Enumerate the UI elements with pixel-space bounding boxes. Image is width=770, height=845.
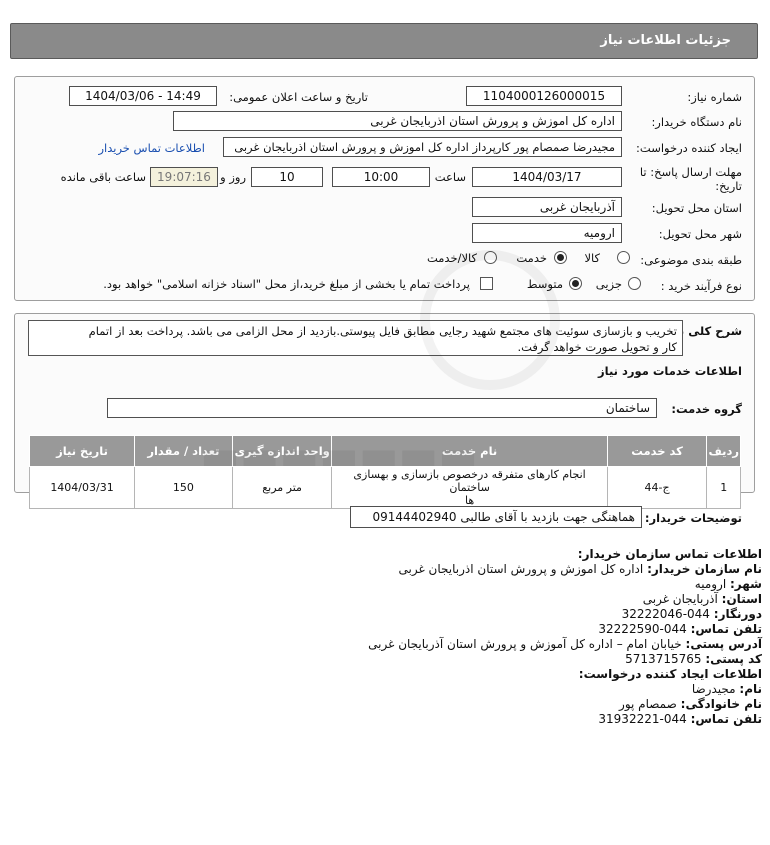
treasury-payment-text: پرداخت تمام یا بخشی از مبلغ خرید،از محل … xyxy=(103,277,470,291)
creator-last-name: نام خانوادگی: صمصام پور xyxy=(619,697,762,711)
cell-qty: 150 xyxy=(134,466,233,509)
creator-first-name: نام: مجیدرضا xyxy=(691,682,762,696)
buyer-notes-field: هماهنگی جهت بازدید با آقای طالبی 0914440… xyxy=(350,506,642,528)
province-field[interactable]: آذربایجان غربی xyxy=(472,197,622,217)
header-bar: جزئیات اطلاعات نیاز xyxy=(10,23,758,59)
contact-postal: کد پستی: 5713715765 xyxy=(625,652,762,666)
category-radio-goods[interactable] xyxy=(617,251,630,264)
services-table: ردیف کد خدمت نام خدمت واحد اندازه گیری ت… xyxy=(28,435,741,509)
city-field[interactable]: ارومیه xyxy=(472,223,622,243)
deadline-label-date: تاریخ: xyxy=(715,179,742,193)
contact-title: اطلاعات تماس سازمان خریدار: xyxy=(577,547,762,561)
process-option-minor: جزیی xyxy=(595,277,622,291)
contact-fax: دورنگار: 044-32222046 xyxy=(621,607,762,621)
category-label: طبقه بندی موضوعی: xyxy=(640,253,742,267)
buyer-org-label: نام دستگاه خریدار: xyxy=(651,115,742,129)
need-number-label: شماره نیاز: xyxy=(687,90,742,104)
cell-row: 1 xyxy=(706,466,741,509)
category-option-goods: کالا xyxy=(584,251,600,265)
col-unit: واحد اندازه گیری xyxy=(231,435,333,467)
process-option-medium: متوسط xyxy=(526,277,563,291)
city-label: شهر محل تحویل: xyxy=(658,227,742,241)
days-label: روز و xyxy=(220,170,246,184)
process-radio-minor[interactable] xyxy=(628,277,641,290)
province-label: استان محل تحویل: xyxy=(651,201,742,215)
category-option-both: کالا/خدمت xyxy=(426,251,477,265)
creator-phone: تلفن تماس: 044-31932221 xyxy=(598,712,762,726)
time-remaining-field: 19:07:16 xyxy=(150,167,218,187)
days-remaining-field[interactable]: 10 xyxy=(251,167,323,187)
deadline-date-field[interactable]: 1404/03/17 xyxy=(472,167,622,187)
requester-label: ایجاد کننده درخواست: xyxy=(636,141,742,155)
cell-code: ج-44 xyxy=(606,466,708,509)
service-group-field[interactable]: ساختمان xyxy=(107,398,657,418)
col-code: کد خدمت xyxy=(606,435,708,467)
cell-name: انجام کارهای متفرقه درخصوص بازسازی و بهس… xyxy=(331,466,608,509)
buyer-contact-link[interactable]: اطلاعات تماس خریدار xyxy=(98,141,205,155)
description-box: تخریب و بازسازی سوئیت های مجتمع شهید رجا… xyxy=(28,320,683,356)
col-row: ردیف xyxy=(706,435,741,467)
table-row[interactable]: 1 ج-44 انجام کارهای متفرقه درخصوص بازساز… xyxy=(28,466,741,509)
category-radio-both[interactable] xyxy=(484,251,497,264)
requester-field[interactable]: مجیدرضا صمصام پور کارپرداز اداره کل اموز… xyxy=(223,137,622,157)
buyer-notes-label: توضیحات خریدار: xyxy=(644,511,742,525)
page-title: جزئیات اطلاعات نیاز xyxy=(600,33,731,48)
description-line-1: تخریب و بازسازی سوئیت های مجتمع شهید رجا… xyxy=(88,324,677,338)
col-date: تاریخ نیاز xyxy=(28,435,136,467)
announce-label: تاریخ و ساعت اعلان عمومی: xyxy=(229,90,368,104)
buyer-org-field[interactable]: اداره کل اموزش و پرورش استان اذربایجان غ… xyxy=(173,111,622,131)
cell-unit: متر مربع xyxy=(231,466,333,509)
category-radio-service[interactable] xyxy=(554,251,567,264)
contact-org: نام سازمان خریدار: اداره کل اموزش و پرور… xyxy=(398,562,763,576)
process-radio-medium[interactable] xyxy=(569,277,582,290)
contact-province: استان: آذربایجان غربی xyxy=(642,592,762,606)
deadline-time-field[interactable]: 10:00 xyxy=(332,167,430,187)
process-label: نوع فرآیند خرید : xyxy=(660,279,742,293)
contact-address: آدرس پستی: خیابان امام – اداره کل آموزش … xyxy=(368,637,762,651)
remaining-label: ساعت باقی مانده xyxy=(60,170,146,184)
deadline-label: مهلت ارسال پاسخ: تا xyxy=(639,165,742,179)
treasury-payment-checkbox[interactable] xyxy=(480,277,493,290)
announce-field[interactable]: 1404/03/06 - 14:49 xyxy=(69,86,217,106)
cell-name-line-1: انجام کارهای متفرقه درخصوص بازسازی و بهس… xyxy=(353,468,586,494)
contact-city: شهر: ارومیه xyxy=(694,577,762,591)
creator-title: اطلاعات ایجاد کننده درخواست: xyxy=(578,667,762,681)
col-qty: تعداد / مقدار xyxy=(134,435,233,467)
contact-phone: تلفن تماس: 044-32222590 xyxy=(598,622,762,636)
description-line-2: کار و تحویل صورت خواهد گرفت. xyxy=(517,340,677,354)
col-name: نام خدمت xyxy=(331,435,608,467)
category-option-service: خدمت xyxy=(516,251,547,265)
details-panel xyxy=(14,76,755,301)
deadline-time-label: ساعت xyxy=(434,170,466,184)
services-title: اطلاعات خدمات مورد نیاز xyxy=(598,364,742,378)
need-number-field[interactable]: 1104000126000015 xyxy=(466,86,622,106)
table-header-row: ردیف کد خدمت نام خدمت واحد اندازه گیری ت… xyxy=(28,435,741,467)
cell-date: 1404/03/31 xyxy=(28,466,136,509)
service-group-label: گروه خدمت: xyxy=(671,402,742,416)
